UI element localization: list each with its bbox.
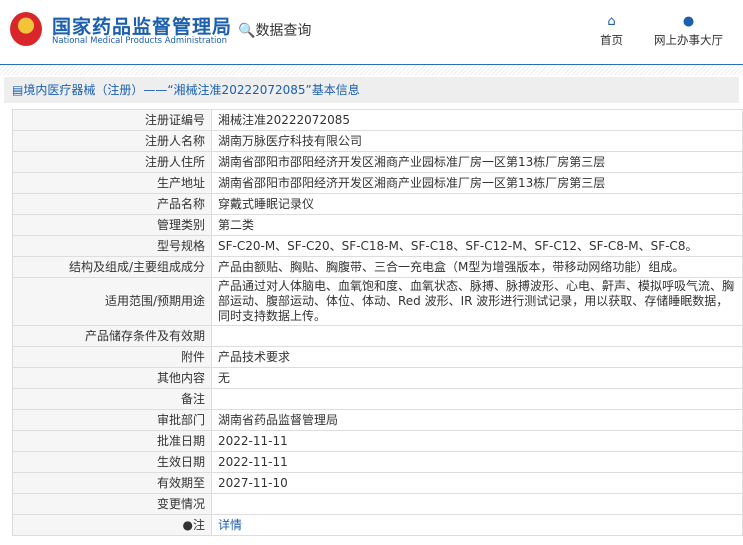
field-label: 生效日期 bbox=[12, 451, 212, 473]
table-row: 注册人名称 湖南万脉医疗科技有限公司 bbox=[12, 130, 743, 152]
field-value: 湖南万脉医疗科技有限公司 bbox=[211, 130, 743, 152]
nav-online-service[interactable]: ● 网上办事大厅 bbox=[654, 14, 723, 48]
field-label: 注册人名称 bbox=[12, 130, 212, 152]
field-value: SF-C20-M、SF-C20、SF-C18-M、SF-C18、SF-C12-M… bbox=[211, 235, 743, 257]
table-row: 有效期至 2027-11-10 bbox=[12, 472, 743, 494]
pin-icon: ● bbox=[182, 517, 193, 532]
field-label: 结构及组成/主要组成成分 bbox=[12, 256, 212, 278]
breadcrumb: ▤境内医疗器械（注册）——“湘械注准20222072085”基本信息 bbox=[4, 77, 739, 103]
site-title: 国家药品监督管理局 bbox=[52, 16, 233, 38]
table-row: 批准日期 2022-11-11 bbox=[12, 430, 743, 452]
field-value: 湖南省药品监督管理局 bbox=[211, 409, 743, 431]
field-value: 无 bbox=[211, 367, 743, 389]
table-row-note: ●注 详情 bbox=[12, 514, 743, 536]
site-header: 国家药品监督管理局 National Medical Products Admi… bbox=[0, 0, 743, 65]
field-label: 产品储存条件及有效期 bbox=[12, 325, 212, 347]
table-row: 结构及组成/主要组成成分 产品由额贴、胸贴、胸腹带、三合一充电盒（M型为增强版本，… bbox=[12, 256, 743, 278]
table-row: 管理类别 第二类 bbox=[12, 214, 743, 236]
document-icon: ▤ bbox=[12, 83, 24, 97]
table-row: 注册证编号 湘械注准20222072085 bbox=[12, 109, 743, 131]
divider bbox=[0, 65, 743, 75]
field-label: 其他内容 bbox=[12, 367, 212, 389]
field-value bbox=[211, 325, 743, 347]
field-value: 产品技术要求 bbox=[211, 346, 743, 368]
table-row: 备注 bbox=[12, 388, 743, 410]
table-row: 审批部门 湖南省药品监督管理局 bbox=[12, 409, 743, 431]
detail-table: 注册证编号 湘械注准20222072085 注册人名称 湖南万脉医疗科技有限公司 注册人… bbox=[12, 109, 743, 536]
field-label: 注册证编号 bbox=[12, 109, 212, 131]
search-document-icon: 🔍 bbox=[238, 23, 256, 39]
national-emblem-logo bbox=[10, 12, 42, 46]
table-row: 其他内容无 bbox=[12, 367, 743, 389]
field-label: 附件 bbox=[12, 346, 212, 368]
field-label: 注册人住所 bbox=[12, 151, 212, 173]
field-value: 2022-11-11 bbox=[211, 430, 743, 452]
table-row: 适用范围/预期用途 产品通过对人体脑电、血氧饱和度、血氧状态、脉搏、脉搏波形、心电… bbox=[12, 277, 743, 326]
field-value bbox=[211, 388, 743, 410]
table-row: 型号规格 SF-C20-M、SF-C20、SF-C18-M、SF-C18、SF-C… bbox=[12, 235, 743, 257]
table-row: 产品储存条件及有效期 bbox=[12, 325, 743, 347]
field-value: 湖南省邵阳市邵阳经济开发区湘商产业园标准厂房一区第13栋厂房第三层 bbox=[211, 151, 743, 173]
details-link[interactable]: 详情 bbox=[218, 518, 242, 532]
field-label: 变更情况 bbox=[12, 493, 212, 515]
field-value: 湖南省邵阳市邵阳经济开发区湘商产业园标准厂房一区第13栋厂房第三层 bbox=[211, 172, 743, 194]
data-query-link[interactable]: 🔍数据查询 bbox=[238, 20, 311, 40]
field-value: 产品通过对人体脑电、血氧饱和度、血氧状态、脉搏、脉搏波形、心电、鼾声、模拟呼吸气… bbox=[211, 277, 743, 326]
table-row: 产品名称 穿戴式睡眠记录仪 bbox=[12, 193, 743, 215]
site-subtitle: National Medical Products Administration bbox=[52, 36, 227, 46]
field-value: 湘械注准20222072085 bbox=[211, 109, 743, 131]
home-icon: ⌂ bbox=[607, 14, 616, 29]
field-value: 第二类 bbox=[211, 214, 743, 236]
table-row: 注册人住所 湖南省邵阳市邵阳经济开发区湘商产业园标准厂房一区第13栋厂房第三层 bbox=[12, 151, 743, 173]
field-label: 管理类别 bbox=[12, 214, 212, 236]
field-label: 备注 bbox=[12, 388, 212, 410]
field-label: 产品名称 bbox=[12, 193, 212, 215]
field-label: 审批部门 bbox=[12, 409, 212, 431]
field-label: 批准日期 bbox=[12, 430, 212, 452]
field-value: 2027-11-10 bbox=[211, 472, 743, 494]
table-row: 附件 产品技术要求 bbox=[12, 346, 743, 368]
field-label: 适用范围/预期用途 bbox=[12, 277, 212, 326]
field-value: 穿戴式睡眠记录仪 bbox=[211, 193, 743, 215]
table-row: 生效日期 2022-11-11 bbox=[12, 451, 743, 473]
field-value: 产品由额贴、胸贴、胸腹带、三合一充电盒（M型为增强版本，带移动网络功能）组成。 bbox=[211, 256, 743, 278]
field-label: 生产地址 bbox=[12, 172, 212, 194]
field-label: 有效期至 bbox=[12, 472, 212, 494]
field-label: 型号规格 bbox=[12, 235, 212, 257]
table-row: 生产地址 湖南省邵阳市邵阳经济开发区湘商产业园标准厂房一区第13栋厂房第三层 bbox=[12, 172, 743, 194]
field-value bbox=[211, 493, 743, 515]
field-value: 2022-11-11 bbox=[211, 451, 743, 473]
table-row: 变更情况 bbox=[12, 493, 743, 515]
user-icon: ● bbox=[682, 14, 695, 29]
nav-home[interactable]: ⌂ 首页 bbox=[600, 14, 623, 48]
